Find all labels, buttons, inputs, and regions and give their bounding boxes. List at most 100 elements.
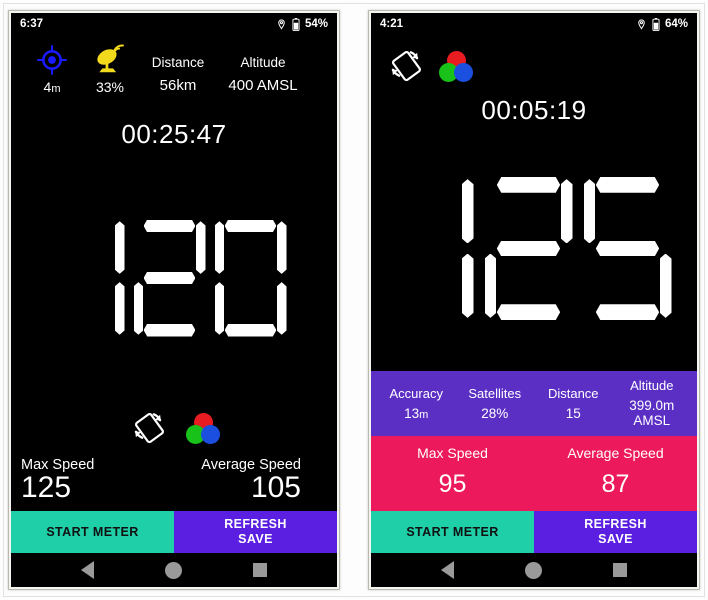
accuracy-indicator: 4m <box>23 43 81 95</box>
screen-left: 4m 33% Distance 56km Altitude 400 AMSL 0… <box>11 35 337 553</box>
refresh-save-button[interactable]: REFRESH SAVE <box>174 511 337 553</box>
recents-button[interactable] <box>253 563 268 577</box>
home-button[interactable] <box>164 561 182 579</box>
max-speed-value: 95 <box>438 470 467 498</box>
status-time: 4:21 <box>380 18 404 30</box>
accuracy-value: 13m <box>404 405 429 421</box>
satellite-value: 33% <box>95 79 125 95</box>
segment-b <box>195 221 206 274</box>
back-button[interactable] <box>80 561 94 579</box>
segment-g <box>496 240 561 257</box>
segment-g <box>143 271 196 285</box>
distance-label: Distance <box>547 385 599 401</box>
seven-segment-digit <box>53 220 125 337</box>
max-speed-label: Max Speed <box>417 445 488 461</box>
rgb-color-circles-icon[interactable] <box>186 413 220 444</box>
segment-c <box>461 253 474 318</box>
screen-rotate-icon[interactable] <box>128 406 168 451</box>
refresh-save-button[interactable]: REFRESH SAVE <box>534 511 697 553</box>
screen-right: 00:05:19 Accuracy 13m Satellites 28% Dis… <box>371 35 697 553</box>
seven-segment-group <box>53 219 296 337</box>
recents-button[interactable] <box>613 563 628 577</box>
max-speed-value: 125 <box>21 471 72 504</box>
satellites-value: 28% <box>481 405 509 421</box>
segment-g <box>595 240 660 257</box>
segment-f <box>214 221 225 274</box>
accuracy-label: Accuracy <box>389 385 443 401</box>
average-speed-block: Average Speed 87 <box>534 445 697 499</box>
segment-a <box>595 177 660 193</box>
altitude-stat: Altitude 400 AMSL <box>217 55 309 95</box>
segment-b <box>276 221 287 274</box>
phone-left: 6:37 54% 4m 33% Distance 56km Altitude 4… <box>9 11 339 589</box>
seven-segment-digit <box>133 219 206 337</box>
start-meter-button[interactable]: START METER <box>371 511 534 553</box>
satellite-dish-icon <box>93 43 127 77</box>
accuracy-value: 4m <box>43 79 61 95</box>
segment-d <box>496 304 561 320</box>
refresh-line: REFRESH <box>584 517 647 532</box>
accuracy-stat: Accuracy 13m <box>377 386 456 421</box>
segment-b <box>114 221 125 274</box>
segment-c <box>659 253 672 318</box>
battery-icon <box>652 17 660 31</box>
location-pin-icon <box>636 18 647 31</box>
rgb-blue-circle <box>201 425 220 444</box>
segment-d <box>224 323 277 337</box>
segment-e <box>133 282 144 335</box>
segment-f <box>583 179 596 244</box>
back-button[interactable] <box>440 561 454 579</box>
info-panel-right: Accuracy 13m Satellites 28% Distance 15 … <box>371 371 697 436</box>
segment-b <box>560 179 573 244</box>
seven-segment-digit <box>386 177 474 320</box>
home-button[interactable] <box>524 561 542 579</box>
distance-label: Distance <box>151 55 205 70</box>
rgb-color-circles-icon[interactable] <box>439 50 473 82</box>
average-speed-block: Average Speed 105 <box>174 457 327 505</box>
gps-header-row: 4m 33% Distance 56km Altitude 400 AMSL <box>11 35 337 95</box>
average-speed-label: Average Speed <box>567 445 664 461</box>
altitude-label: Altitude <box>240 55 286 70</box>
altitude-value: 400 AMSL <box>228 77 298 94</box>
altitude-value: 399.0m AMSL <box>629 398 675 428</box>
speed-display-right <box>371 126 697 371</box>
battery-icon <box>292 17 300 31</box>
segment-d <box>143 323 196 337</box>
refresh-line: REFRESH <box>224 517 287 532</box>
satellites-stat: Satellites 28% <box>456 386 535 421</box>
altitude-stat: Altitude 399.0m AMSL <box>613 378 692 428</box>
speed-summary-left: Max Speed 125 Average Speed 105 <box>11 457 337 511</box>
action-buttons-left: START METER REFRESH SAVE <box>11 511 337 553</box>
save-line: SAVE <box>238 532 273 546</box>
rgb-blue-circle <box>454 62 473 82</box>
screenshot-canvas: 6:37 54% 4m 33% Distance 56km Altitude 4… <box>0 0 708 600</box>
max-speed-block: Max Speed 125 <box>21 457 174 505</box>
status-right-cluster: 54% <box>276 17 328 31</box>
elapsed-timer-right: 00:05:19 <box>481 95 587 125</box>
segment-a <box>224 219 277 233</box>
segment-b <box>461 179 474 244</box>
altitude-label: Altitude <box>630 378 674 393</box>
segment-d <box>595 304 660 320</box>
mid-icon-row-left <box>11 406 337 457</box>
segment-e <box>484 253 497 318</box>
android-nav-bar-right <box>371 553 697 587</box>
start-meter-button[interactable]: START METER <box>11 511 174 553</box>
segment-e <box>214 282 225 335</box>
phone-right: 4:21 64% 00:05:19 Accuracy 13m Satellite… <box>369 11 699 589</box>
status-bar-right: 4:21 64% <box>371 13 697 35</box>
satellites-label: Satellites <box>468 385 522 401</box>
screen-rotate-icon[interactable] <box>385 44 425 89</box>
status-time: 6:37 <box>20 18 44 30</box>
elapsed-timer-left: 00:25:47 <box>121 119 227 149</box>
header-icon-row-right <box>371 35 697 87</box>
seven-segment-group <box>386 177 683 320</box>
segment-c <box>276 282 287 335</box>
segment-c <box>114 282 125 335</box>
seven-segment-digit <box>484 177 573 320</box>
save-line: SAVE <box>598 532 633 546</box>
segment-a <box>496 177 561 193</box>
status-right-cluster: 64% <box>636 17 688 31</box>
average-speed-value: 105 <box>250 471 301 504</box>
satellite-indicator: 33% <box>81 43 139 95</box>
